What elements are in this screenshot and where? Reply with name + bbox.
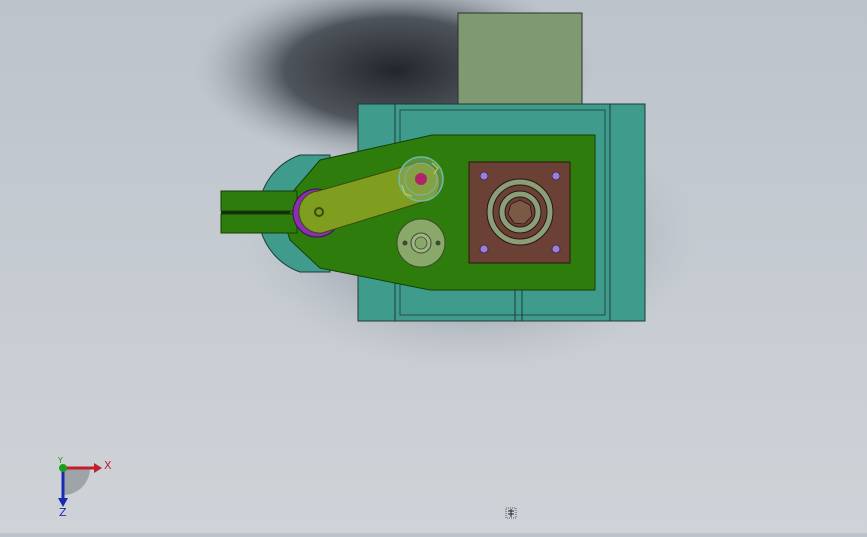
graphics-viewport[interactable] xyxy=(0,0,867,533)
z-axis-label: Z xyxy=(59,506,67,519)
reference-triad: X Y Z xyxy=(40,452,120,522)
flange-plate[interactable] xyxy=(468,161,571,264)
busy-cursor-icon xyxy=(505,506,521,520)
triad-quadrant xyxy=(63,468,90,495)
lower-bushing[interactable] xyxy=(396,218,446,268)
x-axis-label: X xyxy=(104,459,112,472)
upper-bearing[interactable] xyxy=(398,156,444,202)
y-axis-point xyxy=(59,464,67,472)
clamp-jaws[interactable] xyxy=(220,190,298,234)
model-view[interactable] xyxy=(0,0,867,533)
y-axis-label: Y xyxy=(57,456,63,465)
x-axis-head xyxy=(94,463,102,473)
